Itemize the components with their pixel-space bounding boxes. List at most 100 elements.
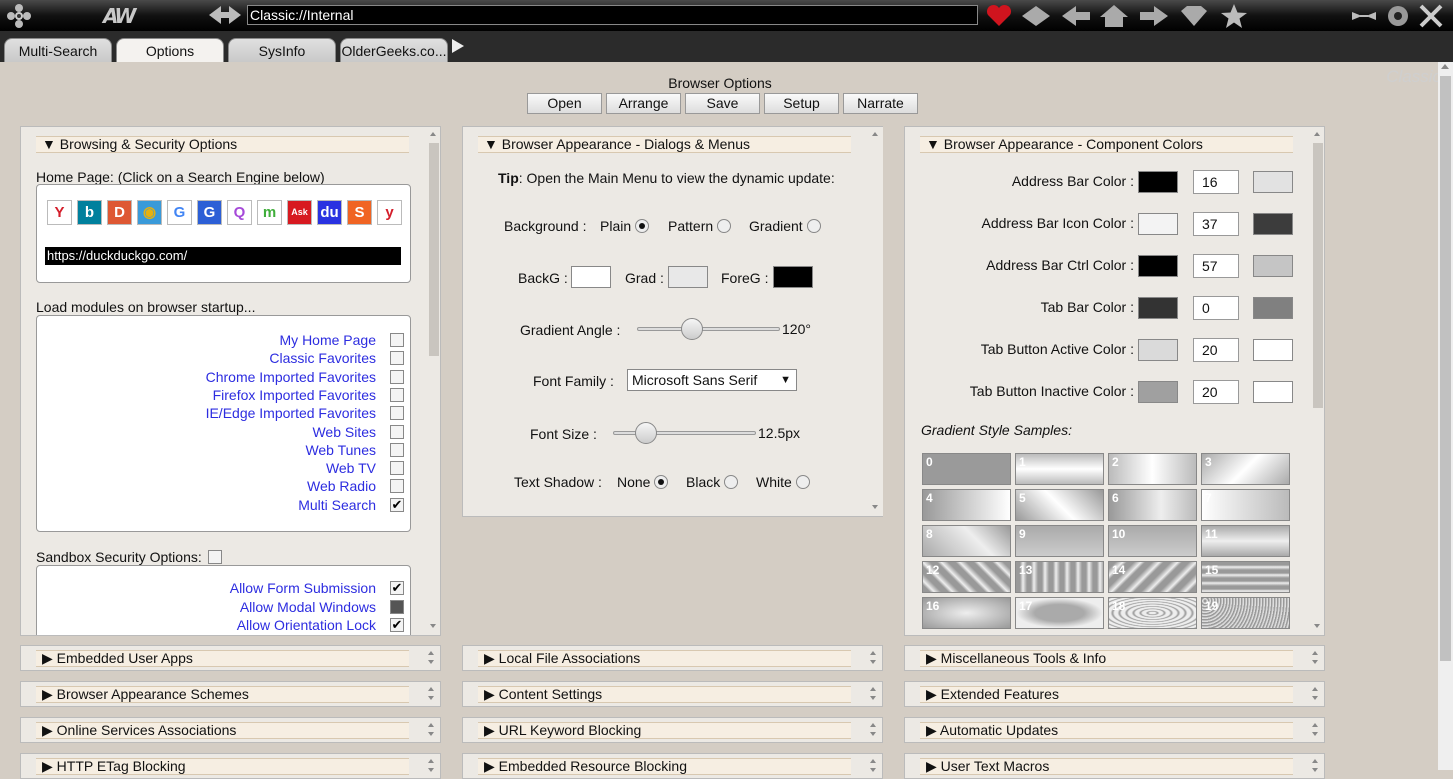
home-url-input[interactable]: https://duckduckgo.com/ — [45, 247, 401, 265]
bg-pattern-option[interactable]: Pattern — [668, 218, 732, 234]
gradient-sample[interactable]: 18 — [1108, 597, 1197, 629]
open-button[interactable]: Open — [527, 93, 602, 114]
diamond-icon[interactable] — [1020, 3, 1052, 29]
bg-plain-option[interactable]: Plain — [600, 218, 650, 234]
setup-button[interactable]: Setup — [764, 93, 839, 114]
module-label[interactable]: My Home Page — [280, 331, 376, 349]
tab-multi-search[interactable]: Multi-Search — [4, 38, 112, 62]
section-spinner[interactable] — [868, 720, 880, 740]
module-checkbox[interactable] — [390, 369, 404, 384]
component-color-swatch[interactable] — [1138, 255, 1178, 277]
module-label[interactable]: Multi Search — [298, 496, 376, 514]
gradient-sample[interactable]: 17 — [1015, 597, 1104, 629]
search-engine-icon[interactable]: Q — [227, 200, 252, 225]
search-engine-icon[interactable]: b — [77, 200, 102, 225]
tab-sysinfo[interactable]: SysInfo — [228, 38, 336, 62]
component-color-preview[interactable] — [1253, 213, 1293, 235]
search-engine-icon[interactable]: G — [197, 200, 222, 225]
font-family-select[interactable]: Microsoft Sans Serif ▼ — [627, 369, 797, 391]
play-icon[interactable] — [452, 39, 464, 53]
gradient-angle-slider[interactable] — [637, 327, 780, 331]
sandbox-checkbox[interactable] — [390, 599, 404, 614]
colors-panel-scrollbar[interactable] — [1310, 127, 1324, 635]
tab-oldergeeks[interactable]: OlderGeeks.co... — [340, 38, 448, 62]
module-checkbox[interactable] — [390, 479, 404, 494]
gradient-sample[interactable]: 0 — [922, 453, 1011, 485]
gradient-sample[interactable]: 13 — [1015, 561, 1104, 593]
shadow-black-radio[interactable] — [724, 475, 739, 489]
component-color-swatch[interactable] — [1138, 339, 1178, 361]
section-spinner[interactable] — [1310, 720, 1322, 740]
gradient-sample[interactable]: 6 — [1108, 489, 1197, 521]
collapsed-section-header[interactable]: ▶ Browser Appearance Schemes — [36, 686, 409, 703]
module-checkbox[interactable] — [390, 351, 404, 366]
dialogs-panel-scrollbar[interactable] — [868, 127, 883, 516]
module-label[interactable]: Web Tunes — [305, 441, 376, 459]
gradient-sample[interactable]: 15 — [1201, 561, 1290, 593]
component-color-preview[interactable] — [1253, 297, 1293, 319]
search-engine-icon[interactable]: D — [107, 200, 132, 225]
module-label[interactable]: Web Sites — [312, 423, 376, 441]
gradient-sample[interactable]: 1 — [1015, 453, 1104, 485]
component-color-swatch[interactable] — [1138, 381, 1178, 403]
arrange-button[interactable]: Arrange — [606, 93, 681, 114]
module-checkbox[interactable] — [390, 387, 404, 402]
gradient-sample[interactable]: 3 — [1201, 453, 1290, 485]
gradient-sample[interactable]: 19 — [1201, 597, 1290, 629]
sandbox-option-label[interactable]: Allow Orientation Lock — [237, 616, 376, 634]
bg-pattern-radio[interactable] — [717, 219, 732, 233]
collapsed-section-header[interactable]: ▶ Embedded Resource Blocking — [478, 758, 851, 775]
component-color-preview[interactable] — [1253, 381, 1293, 403]
section-spinner[interactable] — [868, 756, 880, 776]
component-color-value[interactable]: 57 — [1193, 254, 1239, 278]
module-label[interactable]: Firefox Imported Favorites — [213, 386, 376, 404]
section-spinner[interactable] — [1310, 684, 1322, 704]
shadow-none-option[interactable]: None — [617, 474, 669, 490]
module-checkbox[interactable] — [390, 406, 404, 421]
collapsed-section-header[interactable]: ▶ Miscellaneous Tools & Info — [920, 650, 1293, 667]
shadow-white-radio[interactable] — [795, 475, 810, 489]
backg-color-swatch[interactable] — [571, 266, 611, 288]
forward-arrow-icon[interactable] — [1138, 3, 1170, 29]
close-icon[interactable] — [1417, 3, 1445, 29]
gradient-sample[interactable]: 2 — [1108, 453, 1197, 485]
shadow-none-radio[interactable] — [654, 475, 669, 489]
narrate-button[interactable]: Narrate — [843, 93, 918, 114]
gem-icon[interactable] — [1177, 3, 1211, 29]
minimize-icon[interactable] — [1350, 3, 1378, 29]
module-checkbox[interactable] — [390, 442, 404, 457]
sandbox-option-label[interactable]: Allow Modal Windows — [240, 598, 376, 616]
foreg-color-swatch[interactable] — [773, 266, 813, 288]
star-icon[interactable] — [1218, 3, 1250, 29]
search-engine-icon[interactable]: ◉ — [137, 200, 162, 225]
search-engine-icon[interactable]: S — [347, 200, 372, 225]
grad-color-swatch[interactable] — [668, 266, 708, 288]
collapsed-section-header[interactable]: ▶ User Text Macros — [920, 758, 1293, 775]
gradient-sample[interactable]: 5 — [1015, 489, 1104, 521]
module-checkbox[interactable] — [390, 461, 404, 476]
main-menu-icon[interactable] — [6, 3, 32, 29]
search-engine-icon[interactable]: Y — [47, 200, 72, 225]
module-checkbox[interactable]: ✔ — [390, 497, 404, 512]
component-color-preview[interactable] — [1253, 255, 1293, 277]
module-label[interactable]: Web TV — [326, 459, 376, 477]
browsing-security-header[interactable]: ▼ Browsing & Security Options — [36, 136, 409, 153]
section-spinner[interactable] — [426, 720, 438, 740]
module-checkbox[interactable] — [390, 424, 404, 439]
collapsed-section-header[interactable]: ▶ HTTP ETag Blocking — [36, 758, 409, 775]
gradient-sample[interactable]: 11 — [1201, 525, 1290, 557]
search-engine-icon[interactable]: m — [257, 200, 282, 225]
save-button[interactable]: Save — [685, 93, 760, 114]
component-color-swatch[interactable] — [1138, 171, 1178, 193]
search-engine-icon[interactable]: y — [377, 200, 402, 225]
shadow-black-option[interactable]: Black — [686, 474, 739, 490]
gradient-sample[interactable]: 16 — [922, 597, 1011, 629]
collapsed-section-header[interactable]: ▶ Automatic Updates — [920, 722, 1293, 739]
dialogs-menus-header[interactable]: ▼ Browser Appearance - Dialogs & Menus — [478, 136, 851, 153]
bg-plain-radio[interactable] — [635, 219, 650, 233]
section-spinner[interactable] — [868, 648, 880, 668]
back-arrow-icon[interactable] — [1060, 3, 1092, 29]
gradient-sample[interactable]: 10 — [1108, 525, 1197, 557]
sandbox-checkbox[interactable] — [208, 550, 222, 564]
address-bar[interactable]: Classic://Internal — [247, 5, 978, 25]
